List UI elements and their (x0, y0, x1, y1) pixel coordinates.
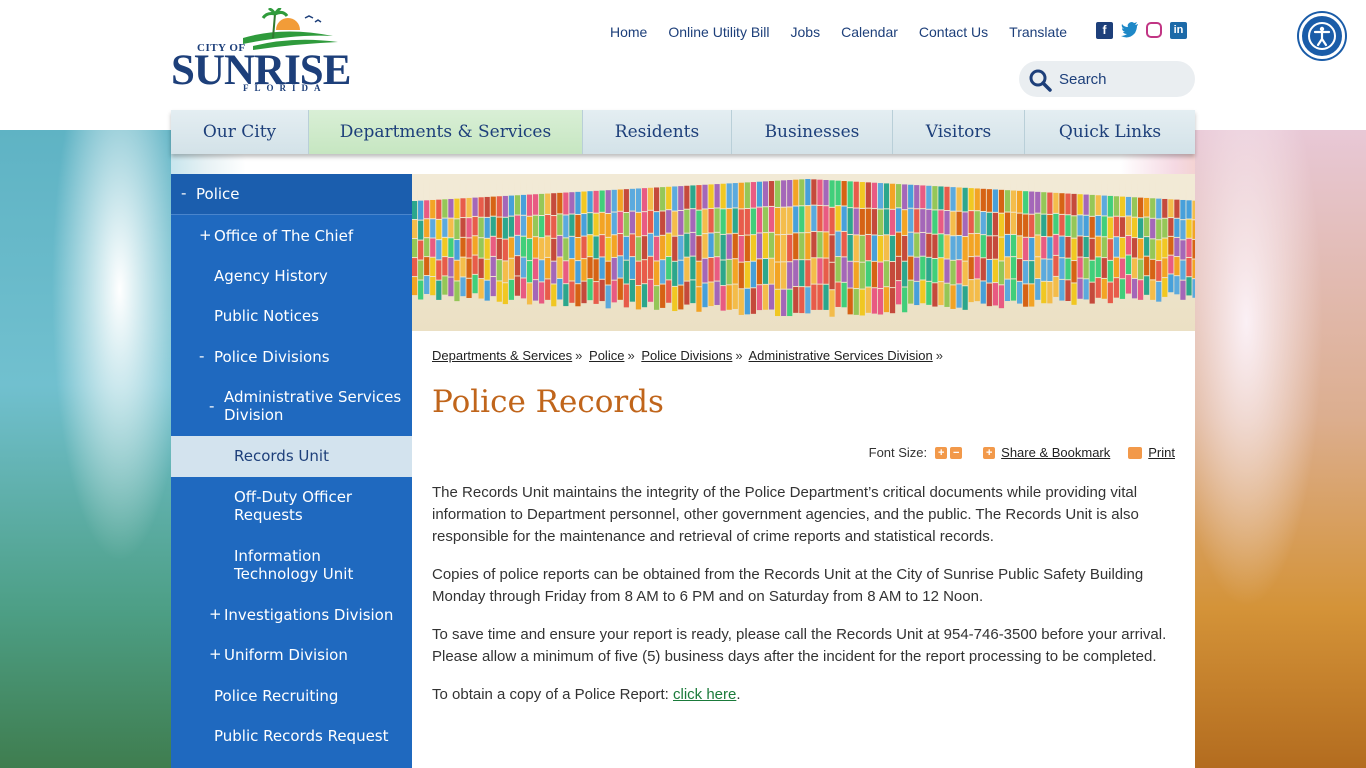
sidebar-item-police[interactable]: - Police (171, 174, 412, 215)
click-here-link[interactable]: click here (673, 686, 736, 703)
sidebar-item-information-technology-unit[interactable]: Information Technology Unit (171, 536, 412, 595)
search-icon[interactable] (1028, 68, 1052, 92)
logo-state: FLORIDA (243, 83, 327, 93)
sidebar-item-label: Agency History (214, 267, 328, 285)
expand-icon[interactable]: + (209, 645, 222, 663)
linkedin-icon[interactable]: in (1170, 22, 1187, 39)
topnav-contact-us[interactable]: Contact Us (919, 24, 988, 40)
font-size-label: Font Size: (868, 445, 928, 460)
mainnav-quick-links[interactable]: Quick Links (1025, 110, 1195, 154)
topnav-translate[interactable]: Translate (1009, 24, 1067, 40)
sidebar-item-label: Police Divisions (214, 348, 330, 366)
sidebar-item-investigations-division[interactable]: + Investigations Division (171, 595, 412, 635)
breadcrumb-separator: » (627, 348, 635, 363)
mainnav-businesses[interactable]: Businesses (732, 110, 893, 154)
breadcrumb-separator: » (735, 348, 743, 363)
font-increase-button[interactable]: + (935, 446, 948, 459)
paragraph: The Records Unit maintains the integrity… (432, 484, 1139, 545)
accessibility-button[interactable] (1299, 13, 1345, 59)
sidebar-item-police-recruiting[interactable]: Police Recruiting (171, 676, 412, 716)
breadcrumb-police[interactable]: Police (589, 348, 624, 363)
sidebar-item-public-records-request[interactable]: Public Records Request (171, 716, 412, 757)
sidebar-item-label: Information Technology Unit (234, 547, 354, 583)
breadcrumb-separator: » (935, 348, 943, 363)
sidebar-item-label: Police Recruiting (214, 687, 339, 705)
sidebar-item-label: Records Unit (234, 447, 329, 465)
sidebar-item-label: Police (196, 185, 240, 203)
sidebar-item-administrative-services-division[interactable]: - Administrative Services Division (171, 377, 412, 436)
sidebar-item-label: Uniform Division (224, 646, 348, 664)
report-line-text: To obtain a copy of a Police Report: (432, 686, 673, 703)
mainnav-visitors[interactable]: Visitors (893, 110, 1025, 154)
page-title: Police Records (432, 384, 664, 420)
paragraph: Copies of police reports can be obtained… (432, 566, 1144, 605)
expand-icon[interactable]: + (209, 605, 222, 623)
sidebar-item-records-unit[interactable]: Records Unit (171, 436, 412, 477)
sidebar-item-label: Off-Duty Officer Requests (234, 488, 353, 524)
file-folders-banner (412, 174, 1195, 331)
mainnav-departments-services[interactable]: Departments & Services (309, 110, 583, 154)
collapse-icon[interactable]: - (181, 184, 186, 202)
print-group: Print (1128, 445, 1175, 460)
search-box (1019, 61, 1195, 97)
mainnav-residents[interactable]: Residents (583, 110, 732, 154)
paragraph: To save time and ensure your report is r… (432, 626, 1167, 665)
social-links: f in (1096, 22, 1187, 39)
main-content: Departments & Services» Police» Police D… (412, 174, 1195, 768)
sidebar-item-uniform-division[interactable]: + Uniform Division (171, 635, 412, 676)
file-folders-image (412, 174, 1195, 317)
sidebar-item-office-of-the-chief[interactable]: + Office of The Chief (171, 215, 412, 256)
topnav-utility-bill[interactable]: Online Utility Bill (668, 24, 769, 40)
breadcrumb-separator: » (575, 348, 583, 363)
sidebar-item-off-duty-officer-requests[interactable]: Off-Duty Officer Requests (171, 477, 412, 536)
city-logo[interactable]: CITY OF SUNRISE FLORIDA (171, 8, 351, 96)
sidebar-item-police-divisions[interactable]: - Police Divisions (171, 337, 412, 377)
share-bookmark-link[interactable]: Share & Bookmark (1001, 445, 1110, 460)
print-icon[interactable] (1128, 446, 1143, 459)
main-nav: Our City Departments & Services Resident… (171, 110, 1195, 154)
sidebar-item-label: Public Records Request (214, 727, 389, 745)
font-decrease-button[interactable]: − (950, 446, 963, 459)
sidebar-item-public-notices[interactable]: Public Notices (171, 296, 412, 337)
share-icon[interactable]: + (983, 446, 996, 459)
utility-nav: Home Online Utility Bill Jobs Calendar C… (610, 22, 1088, 42)
sidebar-item-label: Public Notices (214, 307, 319, 325)
accessibility-icon (1308, 22, 1336, 50)
topnav-home[interactable]: Home (610, 24, 647, 40)
page-tools: Font Size: + − + Share & Bookmark Print (869, 445, 1175, 460)
sidebar-item-agency-history[interactable]: Agency History (171, 256, 412, 296)
collapse-icon[interactable]: - (209, 397, 214, 415)
share-bookmark-group: + Share & Bookmark (980, 445, 1110, 460)
twitter-icon[interactable] (1121, 22, 1138, 39)
report-line-end: . (736, 686, 741, 703)
breadcrumb-administrative-services-division[interactable]: Administrative Services Division (749, 348, 933, 363)
sidebar-item-label: Office of The Chief (214, 227, 354, 245)
topnav-calendar[interactable]: Calendar (841, 24, 898, 40)
report-line: To obtain a copy of a Police Report: cli… (432, 684, 1175, 706)
sidebar-nav: - Police + Office of The Chief Agency Hi… (171, 174, 412, 768)
mainnav-our-city[interactable]: Our City (171, 110, 309, 154)
breadcrumb-police-divisions[interactable]: Police Divisions (641, 348, 732, 363)
print-link[interactable]: Print (1148, 445, 1175, 460)
collapse-icon[interactable]: - (199, 347, 204, 365)
facebook-icon[interactable]: f (1096, 22, 1113, 39)
topnav-jobs[interactable]: Jobs (791, 24, 821, 40)
sidebar-item-label: Investigations Division (224, 606, 394, 624)
expand-icon[interactable]: + (199, 226, 212, 244)
article-body: The Records Unit maintains the integrity… (432, 482, 1175, 722)
search-input[interactable] (1059, 67, 1185, 91)
sidebar-item-label: Administrative Services Division (224, 388, 402, 424)
breadcrumb: Departments & Services» Police» Police D… (432, 348, 946, 363)
instagram-icon[interactable] (1146, 22, 1162, 38)
breadcrumb-departments-services[interactable]: Departments & Services (432, 348, 572, 363)
